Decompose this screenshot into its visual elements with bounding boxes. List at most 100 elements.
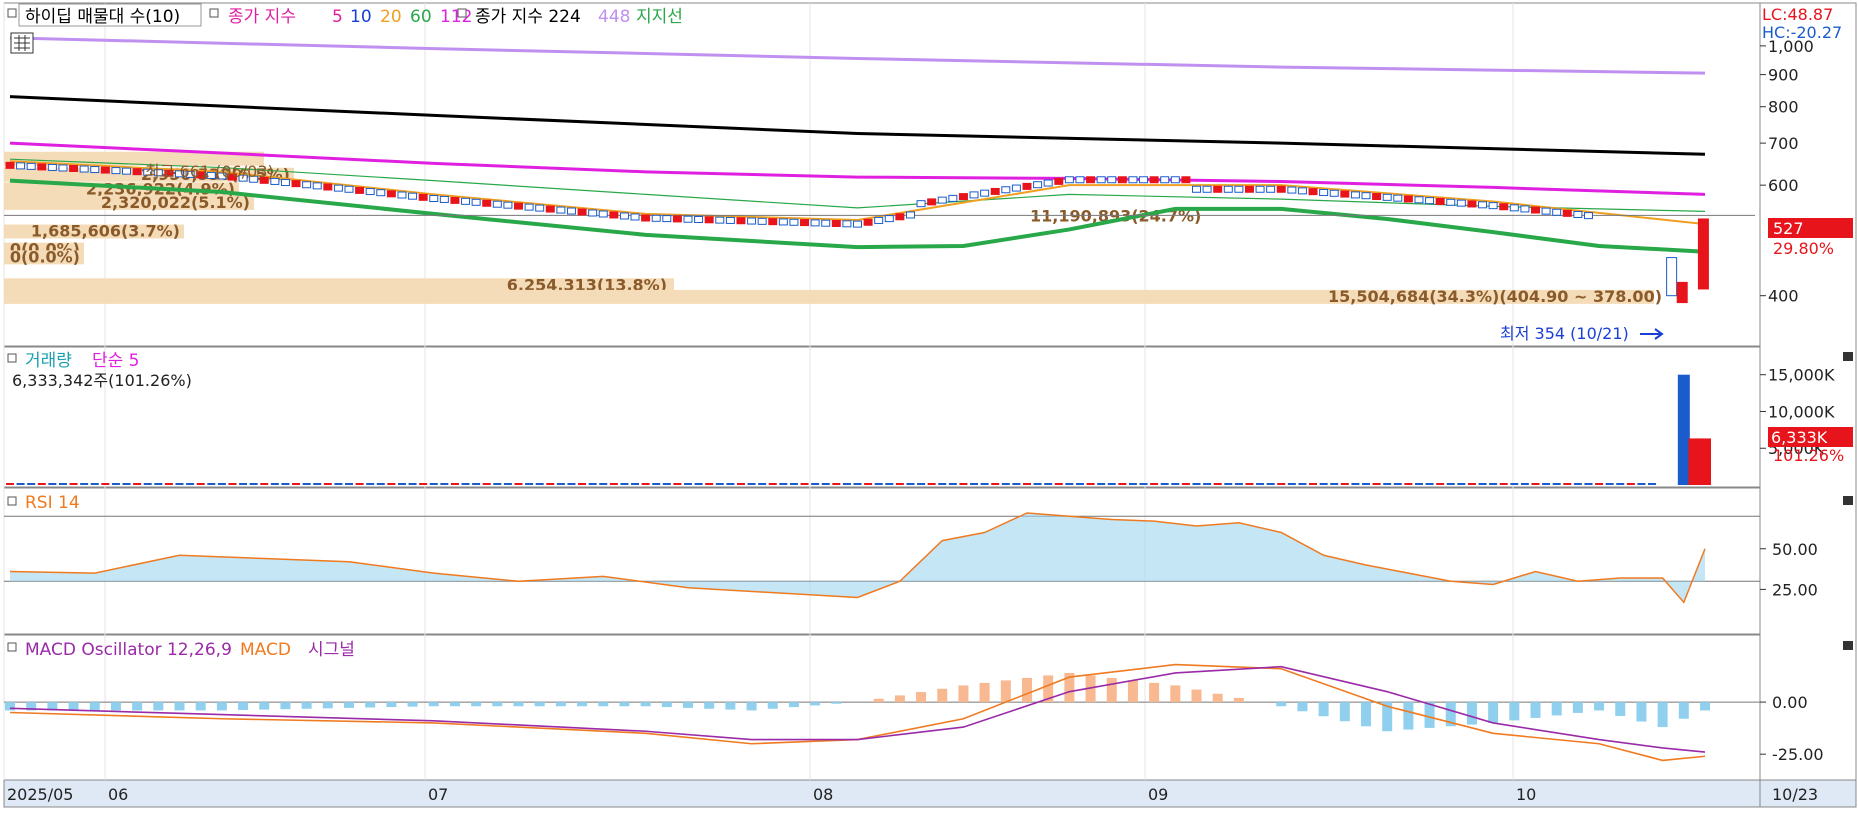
macd-osc-bar [1170, 685, 1181, 703]
volume-bar [631, 483, 640, 485]
volume-bar [1489, 483, 1498, 485]
macd-osc-bar [407, 702, 418, 707]
macd-osc-bar [1700, 702, 1710, 711]
svg-text:시그널: 시그널 [308, 640, 355, 660]
volume-bar [885, 483, 894, 485]
y-tick-label: 800 [1768, 98, 1799, 117]
volume-bar [1626, 483, 1635, 485]
candle [355, 186, 365, 194]
candle [312, 182, 322, 190]
volume-bar [228, 483, 237, 485]
candle [831, 220, 841, 228]
candle [842, 220, 852, 228]
volume-bar [1266, 483, 1275, 485]
macd-osc-bar [1509, 702, 1520, 721]
macd-osc-bar [916, 692, 927, 703]
close-icon[interactable] [1843, 641, 1853, 650]
candle [132, 168, 142, 176]
volume-bar [970, 483, 979, 485]
svg-text:112: 112 [440, 7, 472, 27]
candle [1403, 195, 1413, 203]
volume-bar [1584, 483, 1593, 485]
candle [1583, 212, 1593, 220]
volume-bar [673, 483, 682, 485]
volume-bar [345, 483, 353, 485]
volume-bar [906, 483, 915, 485]
volume-bar [1531, 483, 1540, 485]
macd-osc-bar [767, 702, 778, 709]
candle [958, 193, 968, 201]
volume-bar [938, 483, 947, 485]
y-tick-label: 10,000K [1768, 402, 1835, 421]
candle [1446, 198, 1456, 206]
candle [725, 216, 735, 224]
volume-bar [1542, 483, 1551, 485]
candle [1160, 176, 1170, 184]
volume-bar [1648, 483, 1657, 485]
volume-profile-label: 15,504,684(34.3%)(404.90 ~ 378.00) [1328, 287, 1662, 306]
lc-readout: LC:48.87 [1762, 5, 1833, 24]
candle [905, 211, 915, 219]
y-tick-label: 0.00 [1772, 693, 1808, 712]
macd-osc-bar [534, 702, 545, 707]
volume-bar [313, 483, 322, 485]
candle [1509, 204, 1519, 212]
macd-osc-bar [1636, 702, 1647, 722]
macd-osc-bar [577, 702, 588, 707]
volume-bar [302, 483, 311, 485]
candle [1297, 187, 1307, 195]
close-icon[interactable] [1843, 352, 1853, 361]
candle [280, 179, 290, 187]
candle [1499, 203, 1509, 211]
volume-bar [959, 483, 968, 485]
candle [1276, 185, 1286, 193]
x-tick-label: 07 [428, 785, 448, 804]
svg-text:10: 10 [350, 7, 372, 27]
volume-bar [578, 483, 587, 485]
macd-osc-bar [725, 702, 736, 710]
stock-chart[interactable]: 2,950,538(6.5%)2,236,922(4.9%)2,320,022(… [0, 0, 1858, 810]
candle [1666, 257, 1678, 297]
candle [672, 215, 682, 223]
macd-osc-bar [1678, 702, 1689, 719]
candle [609, 211, 619, 219]
volume-bar [1224, 483, 1233, 485]
svg-text:20: 20 [380, 7, 402, 27]
volume-bar [620, 483, 629, 485]
candle [1244, 185, 1254, 193]
candle [778, 218, 788, 226]
volume-bar [217, 483, 226, 485]
volume-bar [408, 483, 417, 485]
volume-bar [1075, 483, 1084, 485]
candle [1075, 176, 1085, 184]
volume-bar [789, 483, 798, 485]
volume-bar [355, 483, 364, 485]
volume-bar [1372, 483, 1381, 485]
candle [1128, 176, 1138, 184]
volume-bar [1192, 483, 1201, 485]
candle [535, 204, 545, 212]
volume-bar [800, 483, 809, 485]
volume-bar [726, 483, 735, 485]
volume-bar [1425, 483, 1434, 485]
macd-osc-bar [280, 702, 291, 710]
candle [683, 215, 693, 223]
macd-osc-bar [979, 682, 990, 703]
macd-osc-bar [386, 702, 397, 708]
macd-osc-bar [471, 702, 482, 707]
macd-osc-bar [1212, 693, 1223, 703]
macd-osc-bar [1615, 702, 1626, 716]
volume-bar [1499, 483, 1508, 485]
volume-bar [1446, 483, 1455, 485]
volume-bar [1616, 483, 1625, 485]
macd-osc-bar [89, 702, 100, 711]
volume-bar [1404, 483, 1413, 485]
volume-bar [493, 483, 502, 485]
volume-bar [1436, 483, 1445, 485]
close-icon[interactable] [1843, 496, 1853, 505]
volume-bar [1213, 483, 1222, 485]
volume-bar [1552, 483, 1561, 485]
candle [598, 210, 608, 218]
candle [937, 196, 947, 204]
svg-text:527: 527 [1773, 219, 1804, 238]
